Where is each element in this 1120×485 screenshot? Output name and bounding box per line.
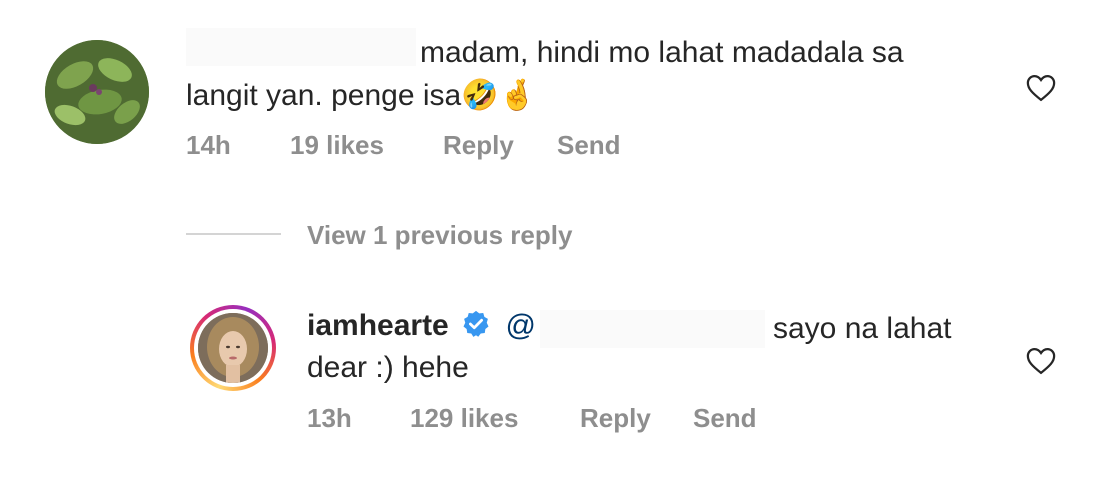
redacted-mention — [540, 310, 765, 348]
reply-username[interactable]: iamhearte — [307, 309, 449, 342]
heart-outline-icon[interactable] — [1026, 347, 1056, 375]
reply-text-line1: iamhearte @ — [307, 305, 536, 351]
heart-outline-icon[interactable] — [1026, 74, 1056, 102]
reply-avatar — [198, 313, 268, 383]
comment-reply-button[interactable]: Reply — [443, 130, 514, 161]
reply-reply-button[interactable]: Reply — [580, 403, 651, 434]
mention-prefix[interactable]: @ — [505, 309, 535, 342]
reply-avatar-story-ring[interactable] — [190, 305, 276, 391]
comment-text-line2: langit yan. penge isa🤣🤞 — [186, 75, 536, 117]
verified-badge-icon — [461, 309, 491, 351]
comment-text-line2-content: langit yan. penge isa — [186, 79, 462, 112]
reply-text-after-mention: sayo na lahat — [773, 312, 952, 345]
commenter-avatar[interactable] — [45, 40, 149, 144]
comment-send-button[interactable]: Send — [557, 130, 621, 161]
comment-time: 14h — [186, 130, 231, 160]
comment-text-line1: madam, hindi mo lahat madadala sa — [420, 36, 904, 69]
view-previous-reply-button[interactable]: View 1 previous reply — [307, 220, 572, 251]
emoji: 🤣🤞 — [461, 79, 536, 112]
reply-likes[interactable]: 129 likes — [410, 403, 518, 434]
reply-text-line2: dear :) hehe — [307, 351, 469, 384]
reply-time: 13h — [307, 403, 352, 433]
comment-likes[interactable]: 19 likes — [290, 130, 384, 161]
reply-send-button[interactable]: Send — [693, 403, 757, 434]
redacted-username — [186, 28, 416, 66]
replies-divider — [186, 233, 281, 235]
